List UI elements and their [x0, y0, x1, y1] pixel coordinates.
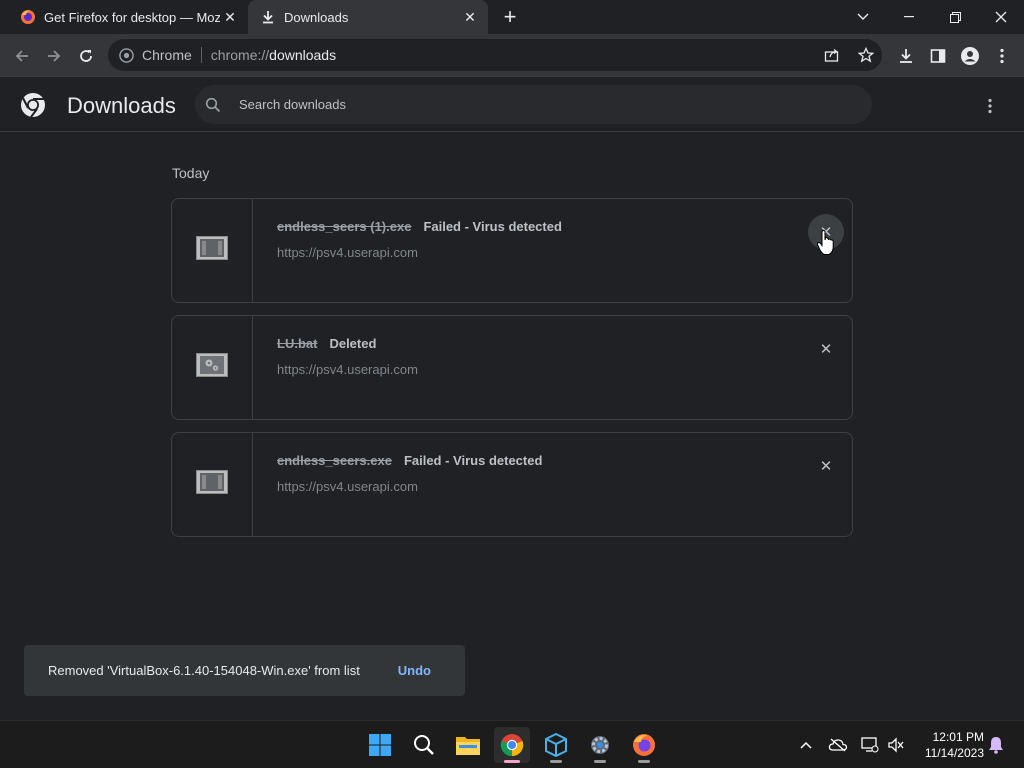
tab-close-button[interactable]: ✕ [460, 7, 480, 27]
tab-strip: Get Firefox for desktop — Mozill ✕ Downl… [0, 0, 1024, 34]
download-status: Failed - Virus detected [423, 219, 562, 234]
tab-title: Get Firefox for desktop — Mozill [44, 9, 220, 25]
minimize-icon [904, 16, 914, 18]
windows-taskbar: 12:01 PM 11/14/2023 [0, 720, 1024, 768]
running-indicator [638, 760, 650, 763]
bookmark-star-icon[interactable] [856, 45, 876, 65]
clock-date: 11/14/2023 [924, 746, 984, 760]
reload-button[interactable] [72, 42, 100, 70]
restore-button[interactable] [932, 0, 978, 34]
taskbar-clock[interactable]: 12:01 PM 11/14/2023 [914, 729, 984, 761]
download-item: endless_seers (1).exe Failed - Virus det… [171, 198, 853, 303]
remove-from-list-button[interactable]: ✕ [808, 331, 844, 367]
file-name: endless_seers.exe [277, 453, 392, 468]
toast-message: Removed 'VirtualBox-6.1.40-154048-Win.ex… [48, 663, 360, 678]
chrome-icon[interactable] [494, 727, 530, 763]
hand-cursor-icon [816, 230, 834, 255]
file-explorer-icon[interactable] [450, 727, 486, 763]
active-indicator [504, 760, 520, 763]
search-input[interactable] [239, 97, 839, 112]
omnibox-divider [200, 47, 202, 63]
forward-arrow-icon [48, 50, 61, 62]
address-bar[interactable]: Chrome chrome://downloads [108, 39, 882, 71]
volume-muted-icon[interactable] [886, 735, 906, 755]
back-button[interactable] [8, 42, 36, 70]
url-host: downloads [269, 47, 337, 63]
remove-from-list-button[interactable]: ✕ [808, 448, 844, 484]
close-window-button[interactable] [978, 0, 1024, 34]
cloud-offline-icon[interactable] [828, 735, 848, 755]
chevron-up-icon[interactable] [796, 735, 816, 755]
browser-menu-button[interactable] [988, 42, 1016, 70]
share-icon[interactable] [822, 45, 842, 65]
notification-bell-icon[interactable] [986, 735, 1006, 755]
close-icon: ✕ [819, 341, 833, 358]
downloads-toolbar-button[interactable] [892, 42, 920, 70]
source-url[interactable]: https://psv4.userapi.com [277, 362, 418, 377]
exe-file-icon [196, 470, 228, 499]
file-name: endless_seers (1).exe [277, 219, 412, 234]
side-panel-icon [930, 49, 946, 63]
source-url[interactable]: https://psv4.userapi.com [277, 479, 418, 494]
downloads-more-button[interactable] [978, 94, 1002, 118]
chrome-icon [119, 47, 135, 63]
windows-start-icon[interactable] [362, 727, 398, 763]
side-panel-button[interactable] [924, 42, 952, 70]
network-icon[interactable] [860, 735, 880, 755]
tab-close-button[interactable]: ✕ [220, 7, 240, 27]
browser-toolbar: Chrome chrome://downloads [0, 34, 1024, 77]
snackbar-toast: Removed 'VirtualBox-6.1.40-154048-Win.ex… [24, 645, 465, 696]
more-vert-icon [1000, 48, 1004, 64]
download-item: endless_seers.exe Failed - Virus detecte… [171, 432, 853, 537]
download-status: Deleted [329, 336, 377, 351]
chevron-down-icon [857, 13, 869, 20]
site-label: Chrome [142, 47, 192, 63]
more-vert-icon [988, 98, 992, 114]
exe-file-icon [196, 236, 228, 265]
close-icon: ✕ [819, 458, 833, 475]
firefox-icon[interactable] [626, 727, 662, 763]
profile-avatar-icon [961, 47, 979, 65]
url-scheme: chrome:// [210, 47, 270, 63]
download-icon [260, 9, 276, 25]
bat-file-icon [196, 353, 228, 382]
settings-icon[interactable] [582, 727, 618, 763]
source-url[interactable]: https://psv4.userapi.com [277, 245, 418, 260]
search-icon[interactable] [406, 727, 442, 763]
download-status: Failed - Virus detected [403, 453, 543, 468]
restore-icon [949, 11, 961, 23]
tab-search-button[interactable] [840, 0, 886, 34]
virtualbox-icon[interactable] [538, 727, 574, 763]
chrome-logo-icon [20, 92, 46, 118]
new-tab-button[interactable]: + [498, 4, 522, 29]
tab-firefox[interactable]: Get Firefox for desktop — Mozill ✕ [8, 0, 248, 34]
date-heading: Today [172, 165, 210, 181]
forward-button[interactable] [40, 42, 68, 70]
firefox-icon [20, 9, 36, 25]
tab-title: Downloads [284, 9, 349, 25]
close-icon [995, 11, 1007, 23]
profile-button[interactable] [956, 42, 984, 70]
minimize-button[interactable] [886, 0, 932, 34]
search-downloads-box[interactable] [195, 85, 872, 124]
undo-button[interactable]: Undo [398, 663, 431, 678]
file-name: LU.bat [277, 336, 318, 351]
tab-downloads[interactable]: Downloads ✕ [248, 0, 488, 34]
back-arrow-icon [15, 50, 28, 62]
download-item: LU.bat Deleted https://psv4.userapi.com … [171, 315, 853, 420]
page-title: Downloads [67, 93, 176, 118]
running-indicator [594, 760, 606, 763]
clock-time: 12:01 PM [932, 730, 984, 744]
running-indicator [550, 760, 562, 763]
downloads-header: Downloads [0, 78, 1024, 132]
reload-icon [80, 50, 92, 62]
download-icon [900, 49, 912, 63]
search-icon [205, 95, 225, 115]
